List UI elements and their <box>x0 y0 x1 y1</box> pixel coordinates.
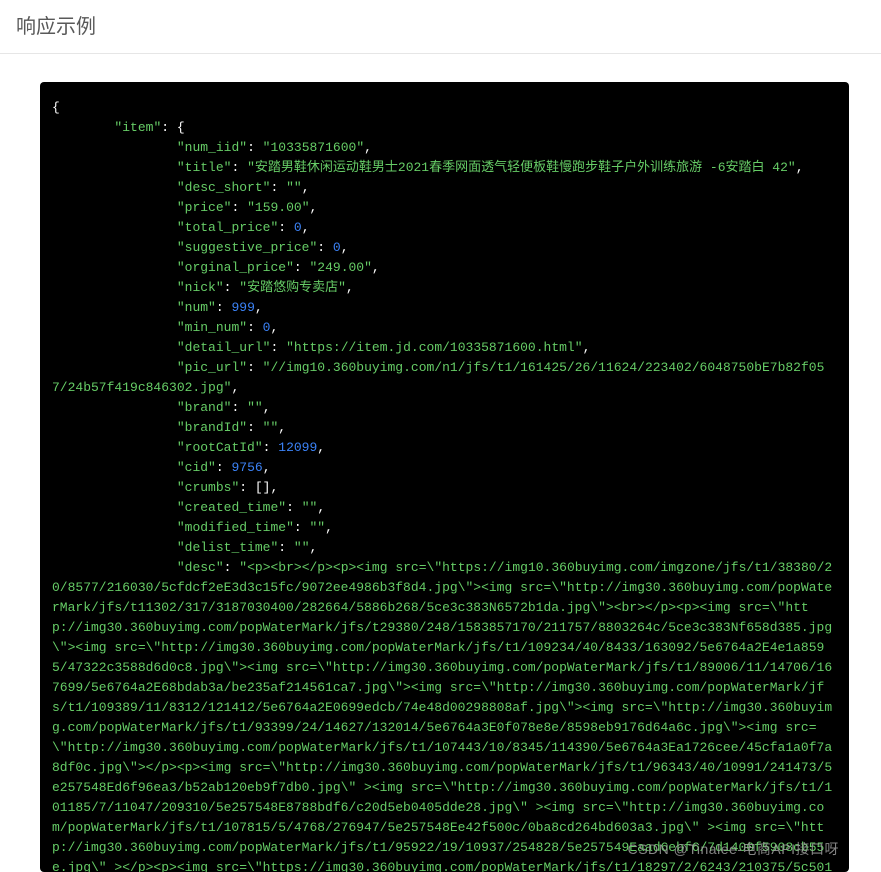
section-heading: 响应示例 <box>0 0 881 54</box>
response-code-block: { "item": { "num_iid": "10335871600", "t… <box>40 82 849 872</box>
json-response: { "item": { "num_iid": "10335871600", "t… <box>52 98 837 872</box>
